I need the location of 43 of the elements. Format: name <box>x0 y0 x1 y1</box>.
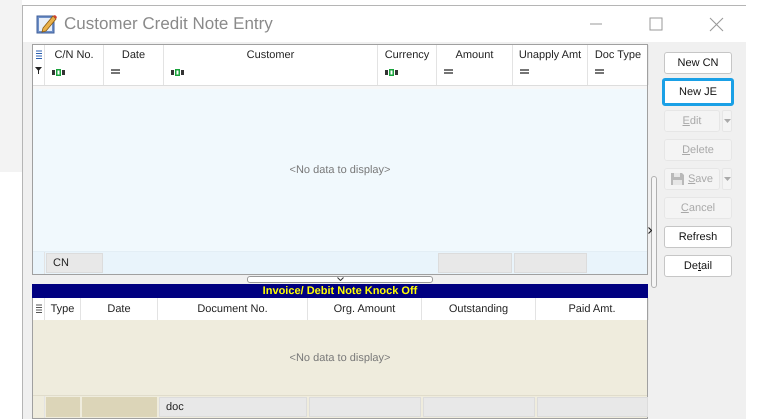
equals-filter-icon[interactable] <box>111 69 120 74</box>
caret-icon <box>336 277 344 281</box>
action-button[interactable]: New JE <box>662 78 734 106</box>
action-button[interactable]: Detail <box>664 255 732 277</box>
column-chooser-icon[interactable] <box>36 304 42 314</box>
empty-message: <No data to display> <box>290 352 390 364</box>
caret-icon <box>724 119 730 123</box>
column-header[interactable]: Paid Amt. <box>568 303 616 315</box>
equals-filter-icon[interactable] <box>520 69 529 74</box>
column-header[interactable]: Date <box>107 303 131 315</box>
summary-cell: CN <box>46 253 103 273</box>
equals-filter-icon[interactable] <box>444 69 453 74</box>
column-header[interactable]: Customer <box>246 49 294 61</box>
column-header[interactable]: Document No. <box>197 303 268 315</box>
action-button[interactable]: New CN <box>664 52 732 74</box>
section-title: Invoice/ Debit Note Knock Off <box>262 285 418 297</box>
column-header[interactable]: Doc Type <box>594 49 642 61</box>
column-header[interactable]: Type <box>50 303 74 315</box>
column-chooser-icon[interactable] <box>36 50 42 60</box>
text-filter-icon[interactable] <box>385 69 399 76</box>
column-header[interactable]: Outstanding <box>448 303 508 315</box>
column-header[interactable]: Currency <box>384 49 430 61</box>
column-header[interactable]: C/N No. <box>54 49 94 61</box>
summary-cell <box>46 397 80 417</box>
save-icon <box>670 173 684 185</box>
close-icon[interactable] <box>709 16 724 32</box>
text-filter-icon[interactable] <box>171 69 185 76</box>
pencil-note-icon <box>36 13 58 35</box>
empty-message: <No data to display> <box>290 164 390 176</box>
column-header[interactable]: Date <box>122 49 146 61</box>
window-title: Customer Credit Note Entry <box>64 14 273 34</box>
chevron-right-icon[interactable] <box>648 227 652 234</box>
column-header[interactable]: Org. Amount <box>334 303 396 315</box>
splitter-handle[interactable] <box>247 276 433 283</box>
caret-icon <box>724 177 730 181</box>
column-header[interactable]: Amount <box>456 49 494 61</box>
summary-cell: doc <box>159 397 307 417</box>
filter-icon[interactable] <box>35 67 42 74</box>
action-button[interactable]: Refresh <box>664 226 732 248</box>
maximize-icon[interactable] <box>649 17 663 31</box>
text-filter-icon[interactable] <box>52 69 66 76</box>
equals-filter-icon[interactable] <box>595 69 604 74</box>
column-header[interactable]: Unapply Amt <box>518 49 582 61</box>
